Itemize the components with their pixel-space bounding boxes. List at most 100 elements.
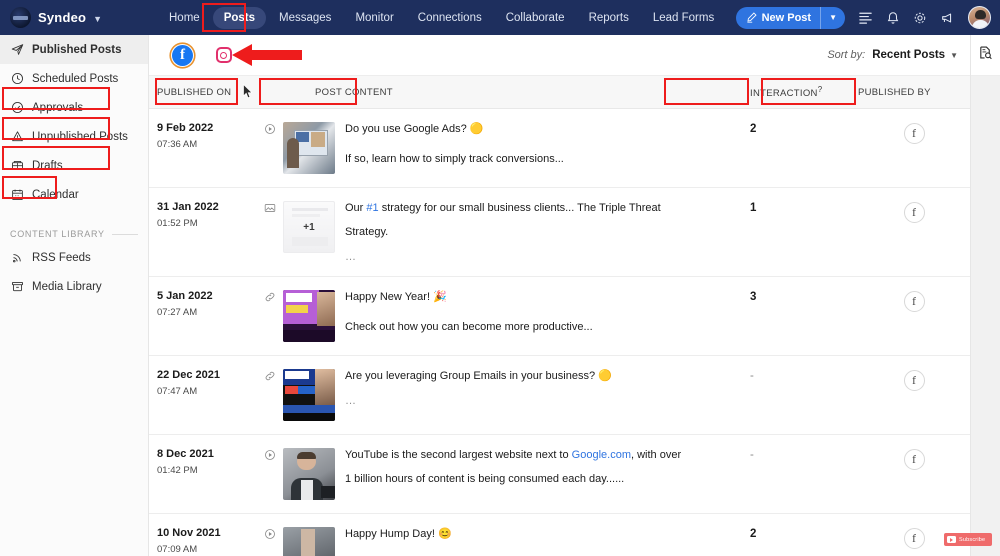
sidebar-item-published-posts[interactable]: Published Posts	[0, 35, 148, 64]
channel-filter-group: f	[161, 44, 235, 67]
brand-switcher[interactable]: Syndeo ▼	[0, 7, 148, 28]
drafts-icon	[10, 159, 24, 172]
hashtag-link[interactable]: #1	[366, 202, 378, 214]
cell-published-by: f	[858, 369, 970, 421]
column-header-interaction-label: INTERACTION	[750, 88, 818, 100]
cell-thumbnail[interactable]	[283, 289, 345, 342]
sidebar-item-rss-feeds[interactable]: RSS Feeds	[0, 243, 148, 272]
cell-interaction: 3	[750, 290, 757, 303]
cell-interaction: 2	[750, 527, 757, 540]
calendar-icon	[10, 188, 24, 201]
sort-by-value: Recent Posts	[872, 49, 946, 61]
column-header-published-on[interactable]: PUBLISHED ON	[149, 87, 257, 98]
tab-home[interactable]: Home	[158, 7, 211, 29]
tab-messages[interactable]: Messages	[268, 7, 342, 29]
emoji: 😊	[437, 527, 452, 540]
column-header-post-content[interactable]: POST CONTENT	[257, 87, 750, 98]
facebook-channel-button[interactable]: f	[171, 44, 194, 67]
sort-control: Sort by: Recent Posts ▼	[827, 49, 958, 61]
expand-ellipsis[interactable]: …	[345, 395, 736, 407]
table-row[interactable]: 31 Jan 2022 01:52 PM +1 Our #1 strategy …	[149, 188, 970, 277]
new-post-button[interactable]: New Post ▼	[735, 6, 845, 29]
cell-thumbnail[interactable]	[283, 526, 345, 556]
sidebar-item-label: RSS Feeds	[32, 251, 91, 264]
column-header-interaction[interactable]: INTERACTION?	[750, 85, 858, 99]
tab-reports[interactable]: Reports	[578, 7, 640, 29]
gear-icon[interactable]	[913, 11, 927, 25]
post-time: 01:52 PM	[157, 218, 198, 229]
sidebar: Published Posts Scheduled Posts Approval…	[0, 35, 149, 556]
tab-posts[interactable]: Posts	[212, 6, 267, 29]
emoji: 🎉	[433, 290, 447, 303]
megaphone-icon[interactable]	[940, 11, 955, 25]
post-body-line: Check out how you can become more produc…	[345, 320, 593, 333]
post-date: 22 Dec 2021	[157, 368, 220, 381]
tab-connections[interactable]: Connections	[407, 7, 493, 29]
cell-thumbnail[interactable]	[283, 368, 345, 421]
sort-by-select[interactable]: Recent Posts ▼	[872, 49, 958, 61]
sidebar-item-scheduled-posts[interactable]: Scheduled Posts	[0, 64, 148, 93]
link-icon	[257, 369, 283, 421]
post-date: 5 Jan 2022	[157, 289, 213, 302]
link-icon	[257, 290, 283, 342]
chevron-down-icon[interactable]: ▼	[93, 14, 102, 24]
table-row[interactable]: 22 Dec 2021 07:47 AM Are you leveraging …	[149, 356, 970, 435]
post-time: 01:42 PM	[157, 464, 198, 476]
cell-post-content: Happy Hump Day! 😊 Check out this video t…	[345, 527, 750, 556]
tab-collaborate[interactable]: Collaborate	[495, 7, 576, 29]
cell-post-content: Happy New Year! 🎉 Check out how you can …	[345, 290, 750, 342]
cell-published-on: 10 Nov 2021 07:09 AM	[149, 527, 257, 556]
post-thumbnail	[283, 447, 335, 500]
post-thumbnail: +1	[283, 201, 335, 253]
table-row[interactable]: 10 Nov 2021 07:09 AM Happy Hump Day! 😊 C…	[149, 514, 970, 556]
sidebar-item-unpublished-posts[interactable]: Unpublished Posts	[0, 122, 148, 151]
expand-ellipsis[interactable]: …	[345, 251, 736, 263]
main-panel: f Sort by: Recent Posts ▼ PUBLISHED ON P…	[149, 35, 971, 556]
sidebar-item-media-library[interactable]: Media Library	[0, 272, 148, 301]
cell-thumbnail[interactable]	[283, 447, 345, 500]
facebook-icon: f	[903, 202, 925, 223]
facebook-icon: f	[903, 290, 925, 312]
table-row[interactable]: 5 Jan 2022 07:27 AM Happy New Year! 🎉 Ch…	[149, 277, 970, 356]
cell-interaction: 2	[750, 123, 757, 135]
external-link[interactable]: Google.com	[572, 449, 631, 461]
youtube-subscribe-badge[interactable]: Subscribe	[944, 533, 992, 546]
cell-published-on: 5 Jan 2022 07:27 AM	[149, 290, 257, 342]
bell-icon[interactable]	[886, 11, 900, 25]
instagram-channel-button[interactable]	[212, 44, 235, 67]
right-rail	[971, 35, 1000, 556]
document-search-icon[interactable]	[978, 45, 993, 65]
check-circle-icon	[10, 101, 24, 114]
video-play-icon	[257, 527, 283, 556]
cell-post-content: Do you use Google Ads? 🟡 If so, learn ho…	[345, 122, 750, 174]
table-row[interactable]: 9 Feb 2022 07:36 AM Do you use Google Ad…	[149, 109, 970, 188]
pencil-icon	[746, 12, 757, 23]
column-header-published-by[interactable]: PUBLISHED BY	[858, 87, 970, 98]
new-post-label: New Post	[761, 11, 812, 24]
post-date: 31 Jan 2022	[157, 201, 219, 213]
sidebar-item-label: Drafts	[32, 159, 63, 172]
cell-published-on: 8 Dec 2021 01:42 PM	[149, 448, 257, 500]
sidebar-item-drafts[interactable]: Drafts	[0, 151, 148, 180]
table-row[interactable]: 8 Dec 2021 01:42 PM YouTube is the secon…	[149, 435, 970, 514]
post-thumbnail	[283, 368, 335, 421]
post-title-line: YouTube is the second largest website ne…	[345, 448, 682, 461]
sidebar-item-label: Scheduled Posts	[32, 72, 119, 85]
sidebar-item-label: Calendar	[32, 188, 79, 201]
nav-right-cluster: New Post ▼	[735, 6, 1000, 29]
new-post-dropdown-toggle[interactable]: ▼	[820, 6, 845, 29]
cell-thumbnail[interactable]: +1	[283, 201, 345, 263]
sidebar-item-calendar[interactable]: Calendar	[0, 180, 148, 209]
help-superscript[interactable]: ?	[818, 85, 823, 94]
cell-published-on: 9 Feb 2022 07:36 AM	[149, 122, 257, 174]
rail-toolbar	[971, 35, 1000, 76]
cell-thumbnail[interactable]	[283, 122, 345, 174]
avatar[interactable]	[968, 6, 991, 29]
sidebar-item-label: Media Library	[32, 280, 102, 293]
facebook-icon: f	[903, 527, 925, 549]
sidebar-item-approvals[interactable]: Approvals	[0, 93, 148, 122]
menu-list-icon[interactable]	[858, 10, 873, 25]
tab-monitor[interactable]: Monitor	[344, 7, 404, 29]
tab-lead-forms[interactable]: Lead Forms	[642, 7, 725, 29]
post-body-line: Strategy.	[345, 225, 389, 238]
